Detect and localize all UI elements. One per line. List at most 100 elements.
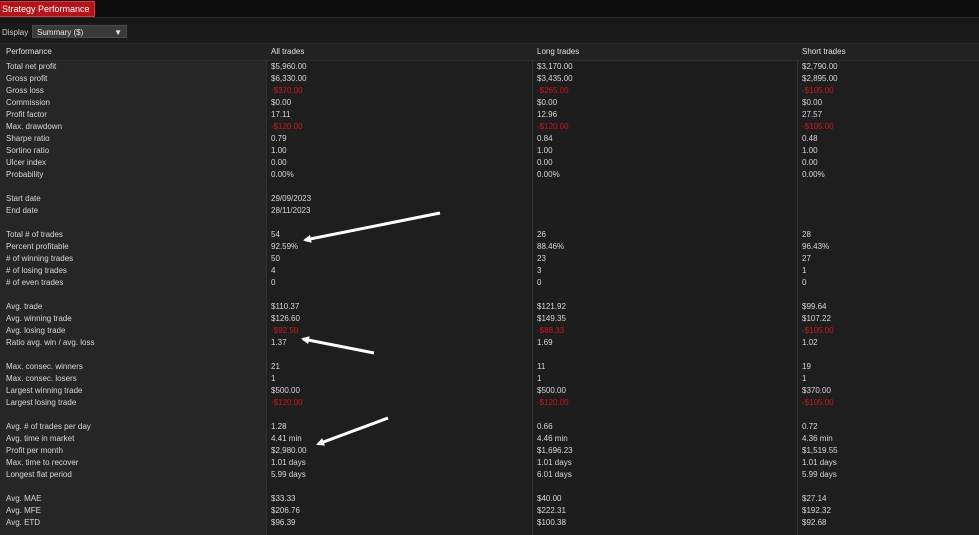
short-trades-value: 96.43% — [802, 242, 830, 251]
long-trades-value: $40.00 — [537, 494, 562, 503]
long-trades-value: 1.69 — [537, 338, 553, 347]
table-row: Avg. MFE $206.76 $222.31 $192.32 — [0, 505, 979, 517]
row-label: Max. drawdown — [6, 122, 63, 131]
short-trades-value: 28 — [802, 230, 811, 239]
long-trades-value: $1,696.23 — [537, 446, 573, 455]
row-label: Profit per month — [6, 446, 63, 455]
top-bar: Strategy Performance — [0, 0, 979, 18]
all-trades-value: 0.00 — [271, 158, 287, 167]
short-trades-value: $107.22 — [802, 314, 831, 323]
short-trades-value: 0 — [802, 278, 807, 287]
row-label: Sharpe ratio — [6, 134, 50, 143]
long-trades-value: 6.01 days — [537, 470, 572, 479]
table-row — [0, 481, 979, 493]
all-trades-value: $126.60 — [271, 314, 300, 323]
short-trades-value: 1 — [802, 266, 807, 275]
long-trades-value: 0 — [537, 278, 542, 287]
all-trades-value: -$120.00 — [271, 398, 303, 407]
table-row: End date 28/11/2023 — [0, 205, 979, 217]
long-trades-value: 0.66 — [537, 422, 553, 431]
table-row: Avg. ETD $96.39 $100.38 $92.68 — [0, 517, 979, 529]
all-trades-value: $33.33 — [271, 494, 296, 503]
short-trades-value: 1.01 days — [802, 458, 837, 467]
short-trades-value: 1.02 — [802, 338, 818, 347]
table-row: Avg. MAE $33.33 $40.00 $27.14 — [0, 493, 979, 505]
display-select[interactable]: Summary ($) ▼ — [32, 25, 127, 38]
table-row: # of even trades 0 0 0 — [0, 277, 979, 289]
short-trades-value: $99.64 — [802, 302, 827, 311]
table-row: Total # of trades 54 26 28 — [0, 229, 979, 241]
short-trades-value: $2,790.00 — [802, 62, 838, 71]
long-trades-value: 88.46% — [537, 242, 565, 251]
table-row: Avg. time in market 4.41 min 4.46 min 4.36 … — [0, 433, 979, 445]
short-trades-value: 0.00% — [802, 170, 825, 179]
short-trades-value: -$105.00 — [802, 326, 834, 335]
table-row — [0, 349, 979, 361]
header-all-trades[interactable]: All trades — [271, 44, 304, 60]
all-trades-value: 1 — [271, 374, 276, 383]
short-trades-value: 0.48 — [802, 134, 818, 143]
row-label: Gross profit — [6, 74, 48, 83]
short-trades-value: -$105.00 — [802, 398, 834, 407]
all-trades-value: $6,330.00 — [271, 74, 307, 83]
row-label: Avg. MFE — [6, 506, 41, 515]
row-label: Max. consec. winners — [6, 362, 83, 371]
row-label: Total # of trades — [6, 230, 63, 239]
row-label: Avg. ETD — [6, 518, 41, 527]
short-trades-value: 0.00 — [802, 158, 818, 167]
table-row: # of losing trades 4 3 1 — [0, 265, 979, 277]
row-label: Largest losing trade — [6, 398, 77, 407]
row-label: Probability — [6, 170, 44, 179]
table-body: Total net profit $5,960.00 $3,170.00 $2,790… — [0, 61, 979, 535]
long-trades-value: -$88.33 — [537, 326, 565, 335]
long-trades-value: $100.38 — [537, 518, 566, 527]
all-trades-value: 28/11/2023 — [271, 206, 311, 215]
all-trades-value: 0.79 — [271, 134, 287, 143]
long-trades-value: $149.35 — [537, 314, 566, 323]
short-trades-value: $92.68 — [802, 518, 827, 527]
long-trades-value: $500.00 — [537, 386, 566, 395]
table-row — [0, 217, 979, 229]
header-long-trades[interactable]: Long trades — [537, 44, 579, 60]
long-trades-value: 1 — [537, 374, 542, 383]
long-trades-value: 1.00 — [537, 146, 553, 155]
all-trades-value: 0.00% — [271, 170, 294, 179]
table-row — [0, 289, 979, 301]
table-row: Avg. trade $110.37 $121.92 $99.64 — [0, 301, 979, 313]
header-performance[interactable]: Performance — [6, 44, 52, 60]
table-row: Avg. winning trade $126.60 $149.35 $107.22 — [0, 313, 979, 325]
all-trades-value: 17.11 — [271, 110, 291, 119]
row-label: # of winning trades — [6, 254, 74, 263]
table-row: Profit factor 17.11 12.96 27.57 — [0, 109, 979, 121]
table-row: Start date 29/09/2023 — [0, 193, 979, 205]
row-label: End date — [6, 206, 39, 215]
short-trades-value: 1 — [802, 374, 807, 383]
long-trades-value: 3 — [537, 266, 542, 275]
long-trades-value: -$265.00 — [537, 86, 569, 95]
long-trades-value: 26 — [537, 230, 546, 239]
row-label: Avg. time in market — [6, 434, 75, 443]
table-row: Probability 0.00% 0.00% 0.00% — [0, 169, 979, 181]
table-row: Gross profit $6,330.00 $3,435.00 $2,895.00 — [0, 73, 979, 85]
table-row: Largest losing trade -$120.00 -$120.00 -$10… — [0, 397, 979, 409]
row-label: Avg. trade — [6, 302, 43, 311]
long-trades-value: -$120.00 — [537, 122, 569, 131]
row-label: Max. time to recover — [6, 458, 79, 467]
all-trades-value: 50 — [271, 254, 280, 263]
row-label: Longest flat period — [6, 470, 72, 479]
short-trades-value: -$105.00 — [802, 86, 834, 95]
table-row: Longest flat period 5.99 days 6.01 days 5.9… — [0, 469, 979, 481]
row-label: Ulcer index — [6, 158, 47, 167]
row-label: Gross loss — [6, 86, 44, 95]
table-row — [0, 409, 979, 421]
short-trades-value: $192.32 — [802, 506, 831, 515]
performance-table: Performance All trades Long trades Short… — [0, 44, 979, 61]
short-trades-value: 4.36 min — [802, 434, 833, 443]
short-trades-value: $0.00 — [802, 98, 823, 107]
tab-strategy-performance[interactable]: Strategy Performance — [0, 1, 95, 17]
row-label: Avg. MAE — [6, 494, 42, 503]
table-row: Largest winning trade $500.00 $500.00 $370.… — [0, 385, 979, 397]
long-trades-value: -$120.00 — [537, 398, 569, 407]
row-label: Avg. winning trade — [6, 314, 72, 323]
header-short-trades[interactable]: Short trades — [802, 44, 846, 60]
